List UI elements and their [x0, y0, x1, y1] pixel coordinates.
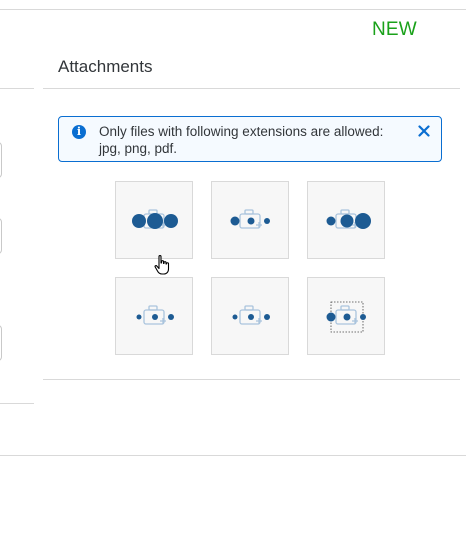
- busy-indicator: [326, 312, 366, 322]
- left-form-divider-top: [0, 88, 34, 89]
- busy-indicator: [232, 314, 270, 320]
- attachment-tile-1[interactable]: [115, 181, 193, 259]
- camera-add-icon: [132, 209, 178, 229]
- busy-indicator: [326, 213, 371, 229]
- page-bottom-divider: [0, 455, 466, 456]
- new-badge: NEW: [372, 19, 417, 40]
- camera-add-icon: [326, 301, 366, 333]
- attachments-header-divider: [43, 88, 460, 89]
- busy-indicator: [132, 213, 178, 229]
- info-icon: i: [72, 125, 86, 139]
- busy-indicator: [230, 216, 270, 226]
- attachment-tile-4[interactable]: [115, 277, 193, 355]
- camera-add-icon: [232, 305, 270, 325]
- camera-add-icon: [136, 305, 174, 325]
- busy-indicator: [136, 314, 174, 320]
- close-icon[interactable]: [416, 123, 432, 139]
- top-divider: [0, 9, 466, 10]
- attachment-tile-2[interactable]: [211, 181, 289, 259]
- info-message-text: Only files with following extensions are…: [99, 123, 399, 157]
- section-title: Attachments: [58, 57, 153, 76]
- info-message-line-1: Only files with following extensions are…: [99, 124, 384, 139]
- camera-add-icon: [326, 209, 371, 229]
- left-input-field-2[interactable]: [0, 218, 2, 254]
- attachment-tile-3[interactable]: [307, 181, 385, 259]
- camera-add-icon: [230, 209, 270, 229]
- attachment-tile-5[interactable]: [211, 277, 289, 355]
- info-message-line-2: jpg, png, pdf.: [99, 141, 178, 156]
- hand-cursor-icon: [154, 255, 170, 275]
- left-input-field-3[interactable]: [0, 325, 2, 361]
- left-input-field-1[interactable]: [0, 142, 2, 178]
- attachments-bottom-divider: [43, 379, 460, 380]
- left-form-divider-bottom: [0, 403, 34, 404]
- attachment-tile-6[interactable]: [307, 277, 385, 355]
- info-message-strip: i Only files with following extensions a…: [58, 116, 442, 162]
